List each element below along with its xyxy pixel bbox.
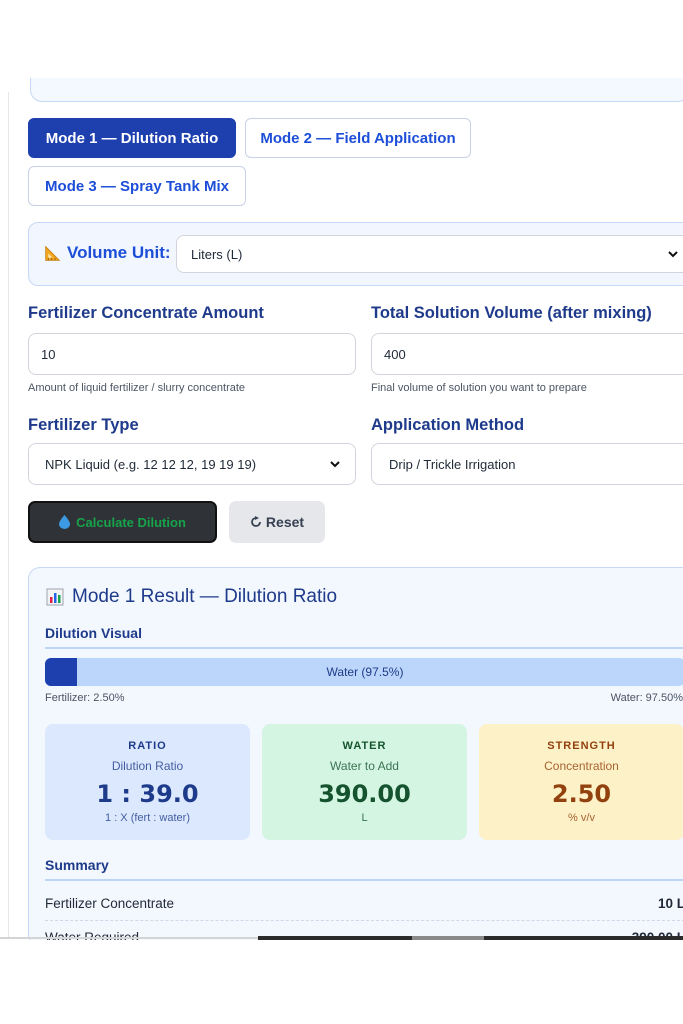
- application-method-value: Drip / Trickle Irrigation: [389, 456, 516, 472]
- screen-bottom-area: [0, 940, 683, 1024]
- calculate-label: Calculate Dilution: [76, 514, 186, 530]
- water-fill-label: Water (97.5%): [326, 665, 404, 679]
- dilution-visual-heading: Dilution Visual: [45, 625, 142, 641]
- summary-row: Fertilizer Concentrate 10 L: [45, 896, 683, 911]
- stat-sub: Dilution Ratio: [111, 759, 184, 773]
- volume-unit-value: Liters (L): [191, 246, 243, 262]
- fertilizer-caption: Fertilizer: 2.50%: [45, 692, 125, 704]
- water-caption: Water: 97.50%: [610, 692, 683, 704]
- stat-value: 2.50: [551, 780, 612, 808]
- concentrate-label: Fertilizer Concentrate Amount: [28, 304, 264, 322]
- concentrate-input[interactable]: 10: [28, 333, 356, 375]
- total-volume-hint: Final volume of solution you want to pre…: [371, 382, 587, 394]
- calculate-button[interactable]: Calculate Dilution: [28, 501, 217, 543]
- stat-value: 1 : 39.0: [96, 780, 199, 808]
- fertilizer-type-select[interactable]: NPK Liquid (e.g. 12 12 12, 19 19 19): [28, 443, 356, 485]
- stat-sub: Water to Add: [330, 759, 399, 773]
- dilution-bar: Water (97.5%): [45, 658, 683, 686]
- reset-label: Reset: [265, 514, 305, 530]
- tab-mode-3[interactable]: Mode 3 — Spray Tank Mix: [28, 166, 246, 206]
- concentrate-hint: Amount of liquid fertilizer / slurry con…: [28, 382, 246, 394]
- divider: [45, 647, 683, 649]
- droplet-icon: [59, 515, 71, 529]
- stat-key: WATER: [342, 740, 387, 752]
- reset-button[interactable]: Reset: [229, 501, 325, 543]
- bar-chart-icon: [46, 588, 64, 606]
- divider: [45, 879, 683, 881]
- summary-value: 10 L: [657, 896, 683, 911]
- page-left-border: [8, 92, 9, 938]
- ratio-card: RATIO Dilution Ratio 1 : 39.0 1 : X (fer…: [45, 724, 250, 840]
- refresh-icon: [251, 516, 261, 527]
- ruler-icon: [45, 245, 61, 261]
- total-volume-input[interactable]: 400: [371, 333, 683, 375]
- summary-heading: Summary: [45, 857, 109, 873]
- volume-unit-card: Volume Unit: Liters (L): [28, 222, 683, 286]
- scrollbar-thumb[interactable]: [412, 936, 484, 940]
- water-card: WATER Water to Add 390.00 L: [262, 724, 467, 840]
- scrollbar-track: [0, 937, 258, 939]
- volume-unit-text: Volume Unit:: [67, 243, 171, 262]
- stat-key: RATIO: [128, 740, 167, 752]
- summary-label: Fertilizer Concentrate: [45, 896, 175, 911]
- previous-card-edge: [30, 78, 683, 102]
- tab-mode-2[interactable]: Mode 2 — Field Application: [245, 118, 471, 158]
- fertilizer-type-value: NPK Liquid (e.g. 12 12 12, 19 19 19): [45, 456, 257, 472]
- chevron-down-icon: [668, 251, 678, 258]
- total-volume-value: 400: [384, 346, 406, 362]
- total-volume-label: Total Solution Volume (after mixing): [371, 304, 652, 322]
- concentrate-value: 10: [41, 346, 56, 362]
- app-frame: Mode 1 — Dilution Ratio Mode 2 — Field A…: [0, 0, 683, 1024]
- strength-card: STRENGTH Concentration 2.50 % v/v: [479, 724, 683, 840]
- chevron-down-icon: [330, 461, 340, 468]
- stat-sub: Concentration: [544, 759, 619, 773]
- tab-mode-1[interactable]: Mode 1 — Dilution Ratio: [28, 118, 236, 158]
- stat-value: 390.00: [318, 780, 411, 808]
- fertilizer-type-label: Fertilizer Type: [28, 416, 139, 434]
- stat-unit: 1 : X (fert : water): [105, 812, 190, 824]
- summary-divider: [45, 920, 683, 921]
- stat-key: STRENGTH: [547, 740, 616, 752]
- volume-unit-select[interactable]: Liters (L): [176, 235, 683, 273]
- result-title: Mode 1 Result — Dilution Ratio: [46, 586, 337, 608]
- application-method-label: Application Method: [371, 416, 525, 434]
- volume-unit-label: Volume Unit:: [44, 243, 171, 263]
- stat-unit: % v/v: [568, 812, 595, 824]
- result-title-text: Mode 1 Result — Dilution Ratio: [72, 586, 338, 607]
- result-card: Mode 1 Result — Dilution Ratio Dilution …: [28, 567, 683, 947]
- application-method-select[interactable]: Drip / Trickle Irrigation: [371, 443, 683, 485]
- stat-unit: L: [361, 812, 368, 824]
